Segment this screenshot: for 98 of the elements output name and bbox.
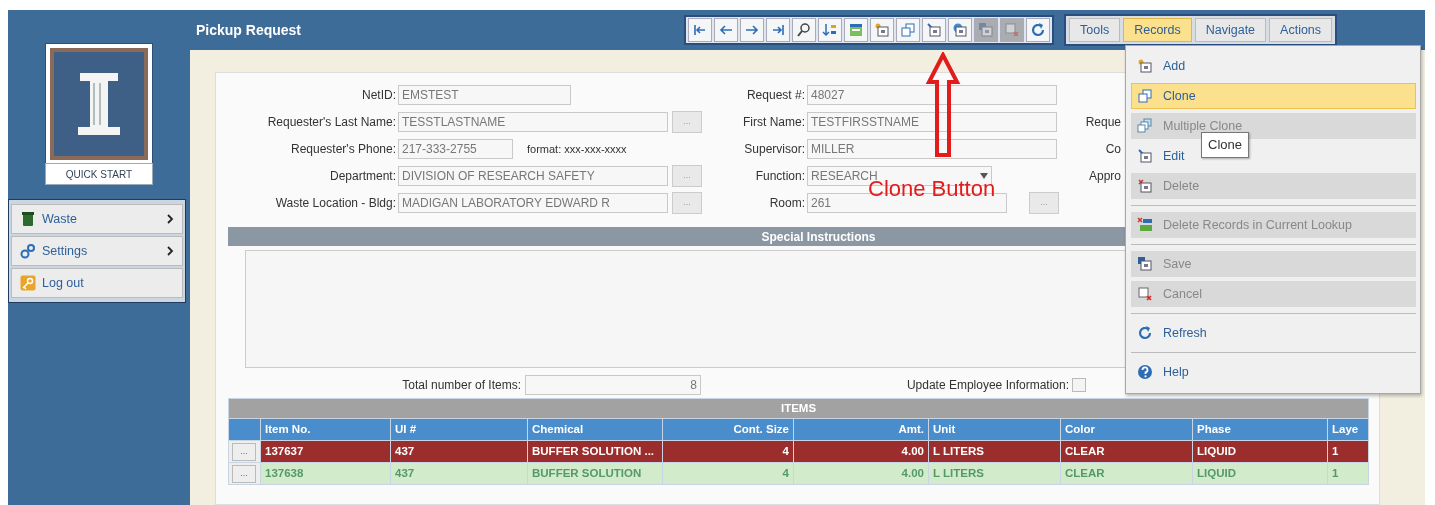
table-row[interactable]: ... 137637 437 BUFFER SOLUTION ... 4 4.00 L LITERS CLEAR LIQUID 1 bbox=[228, 440, 1369, 463]
toolbar-button[interactable] bbox=[922, 18, 946, 42]
add-record-icon bbox=[874, 22, 890, 38]
toolbar-button[interactable] bbox=[818, 18, 842, 42]
toolbar-button[interactable] bbox=[688, 18, 712, 42]
first-record-icon bbox=[692, 22, 708, 38]
field-label: Waste Location - Bldg: bbox=[274, 195, 396, 212]
field-label: Update Employee Information: bbox=[905, 377, 1069, 394]
table-title: ITEMS bbox=[228, 398, 1369, 419]
field-label: Request #: bbox=[745, 87, 805, 104]
column-header: Unit bbox=[928, 418, 1061, 441]
checkbox[interactable] bbox=[1072, 378, 1086, 392]
field-label: Supervisor: bbox=[743, 141, 805, 158]
dropdown-arrow-icon bbox=[980, 173, 988, 179]
sort-icon bbox=[822, 22, 838, 38]
grid-icon bbox=[848, 22, 864, 38]
column-header: Chemical bbox=[527, 418, 663, 441]
column-header: Cont. Size bbox=[662, 418, 794, 441]
last-record-icon bbox=[770, 22, 786, 38]
sidebar-item[interactable]: Settings bbox=[11, 236, 183, 266]
field-label: Total number of Items: bbox=[401, 377, 521, 394]
text-field[interactable]: EMSTEST bbox=[398, 85, 571, 105]
field-label: First Name: bbox=[742, 114, 805, 131]
cancel-icon bbox=[1137, 286, 1153, 302]
field-label: Room: bbox=[768, 195, 805, 212]
lookup-button[interactable]: ... bbox=[672, 111, 702, 133]
text-field[interactable]: 217-333-2755 bbox=[398, 139, 513, 159]
trash-can-icon bbox=[20, 211, 36, 227]
table-cell: CLEAR bbox=[1060, 462, 1193, 485]
field-label: Reque bbox=[1085, 114, 1121, 131]
text-field[interactable]: MILLER bbox=[807, 139, 1057, 159]
field-label: Appro bbox=[1087, 168, 1121, 185]
page-title: Pickup Request bbox=[196, 20, 303, 40]
copy-icon bbox=[1137, 88, 1153, 104]
key-icon bbox=[20, 275, 36, 291]
search-icon bbox=[796, 22, 812, 38]
cancel-icon bbox=[1004, 22, 1020, 38]
help-icon bbox=[1137, 364, 1153, 380]
lookup-button[interactable]: ... bbox=[1029, 192, 1059, 214]
toolbar-button[interactable] bbox=[948, 18, 972, 42]
column-header: Laye bbox=[1327, 418, 1369, 441]
field-label: Function: bbox=[754, 168, 805, 185]
sidebar-item[interactable]: Log out bbox=[11, 268, 183, 298]
text-field[interactable]: TESTFIRSSTNAME bbox=[807, 112, 1057, 132]
column-header: Phase bbox=[1192, 418, 1328, 441]
text-field[interactable]: 48027 bbox=[807, 85, 1057, 105]
text-field[interactable]: TESSTLASTNAME bbox=[398, 112, 668, 132]
quick-start-button[interactable]: QUICK START bbox=[45, 163, 153, 185]
field-label: Co bbox=[1104, 141, 1121, 158]
tab[interactable]: Tools bbox=[1069, 18, 1121, 42]
delete-record-icon bbox=[1137, 178, 1153, 194]
column-header: Item No. bbox=[260, 418, 391, 441]
field-label: Requester's Phone: bbox=[289, 141, 396, 158]
tab[interactable]: Actions bbox=[1269, 18, 1333, 42]
table-cell: 137637 bbox=[260, 440, 391, 463]
lookup-button[interactable]: ... bbox=[672, 192, 702, 214]
table-cell: 137638 bbox=[260, 462, 391, 485]
field-label: Requester's Last Name: bbox=[266, 114, 396, 131]
menu-item[interactable]: Clone bbox=[1131, 83, 1416, 109]
tab[interactable]: Navigate bbox=[1194, 18, 1267, 42]
table-cell: 437 bbox=[390, 462, 528, 485]
table-row[interactable]: ... 137638 437 BUFFER SOLUTION 4 4.00 L LITERS CLEAR LIQUID 1 bbox=[228, 462, 1369, 485]
refresh-icon bbox=[1030, 22, 1046, 38]
text-field[interactable]: DIVISION OF RESEARCH SAFETY bbox=[398, 166, 668, 186]
text-field[interactable]: MADIGAN LABORATORY EDWARD R bbox=[398, 193, 668, 213]
table-cell: 437 bbox=[390, 440, 528, 463]
delete-records-icon bbox=[1137, 217, 1153, 233]
refresh-icon bbox=[1137, 325, 1153, 341]
toolbar-button[interactable] bbox=[792, 18, 816, 42]
tab[interactable]: Records bbox=[1123, 18, 1192, 42]
table-cell: CLEAR bbox=[1060, 440, 1193, 463]
field-label: Department: bbox=[328, 168, 396, 185]
copy-icon bbox=[900, 22, 916, 38]
toolbar-button[interactable] bbox=[870, 18, 894, 42]
tooltip: Clone bbox=[1201, 132, 1249, 158]
total-items-field[interactable]: 8 bbox=[525, 375, 701, 395]
toolbar-button[interactable] bbox=[844, 18, 868, 42]
copy-icon bbox=[1137, 118, 1153, 134]
add-record-icon bbox=[1137, 58, 1153, 74]
column-header: Color bbox=[1060, 418, 1193, 441]
toolbar-button[interactable] bbox=[766, 18, 790, 42]
column-header: Amt. bbox=[793, 418, 929, 441]
table-cell: L LITERS bbox=[928, 440, 1061, 463]
edit-record-icon bbox=[1137, 148, 1153, 164]
lookup-button[interactable]: ... bbox=[672, 165, 702, 187]
row-button[interactable]: ... bbox=[232, 442, 256, 461]
globe-record-icon bbox=[952, 22, 968, 38]
toolbar-button[interactable] bbox=[1026, 18, 1050, 42]
sidebar-item[interactable]: Waste bbox=[11, 204, 183, 234]
row-button[interactable]: ... bbox=[232, 464, 256, 483]
field-label: NetID: bbox=[361, 87, 396, 104]
edit-record-icon bbox=[926, 22, 942, 38]
column-header: UI # bbox=[390, 418, 528, 441]
menu-item[interactable]: Add bbox=[1131, 53, 1416, 79]
menu-item[interactable]: Refresh bbox=[1131, 320, 1416, 346]
menu-item[interactable]: Help bbox=[1131, 359, 1416, 385]
format-hint: format: xxx-xxx-xxxx bbox=[527, 141, 627, 157]
table-cell: L LITERS bbox=[928, 462, 1061, 485]
